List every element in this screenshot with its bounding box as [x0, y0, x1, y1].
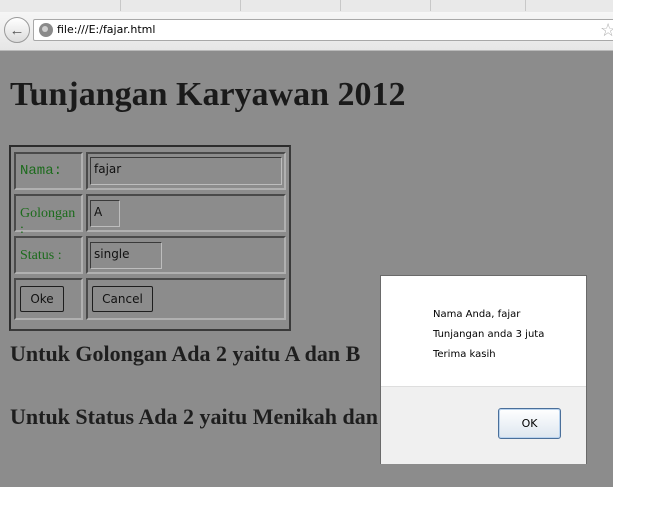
golongan-info-text: Untuk Golongan Ada 2 yaitu A dan B	[10, 341, 361, 366]
ok-button-cell: Oke	[14, 278, 83, 320]
address-bar[interactable]: file:///E:/fajar.html ☆	[33, 19, 613, 41]
back-arrow-icon[interactable]: ←	[4, 17, 30, 43]
cancel-button-cell: Cancel	[86, 278, 286, 320]
golongan-input[interactable]: A	[90, 200, 120, 227]
oke-button[interactable]: Oke	[20, 286, 64, 312]
golongan-label-cell: Golongan :	[14, 194, 83, 237]
alert-message: Nama Anda, fajar Tunjangan anda 3 juta T…	[433, 305, 544, 365]
alert-footer: OK	[381, 386, 586, 464]
tab-strip-segment	[340, 0, 431, 11]
alert-line-allowance: Tunjangan anda 3 juta	[433, 329, 545, 340]
nama-input-cell: fajar	[86, 152, 286, 190]
form-table: Nama: fajar Golongan : A Status : single…	[9, 145, 291, 331]
golongan-input-cell: A	[86, 194, 286, 232]
tab-strip-segment	[430, 0, 526, 11]
bookmark-star-icon[interactable]: ☆	[600, 20, 613, 41]
alert-line-name: Nama Anda, fajar	[433, 309, 521, 320]
nama-input[interactable]: fajar	[90, 157, 282, 185]
globe-icon	[39, 23, 53, 37]
alert-line-thanks: Terima kasih	[433, 349, 496, 360]
tab-strip-segment	[240, 0, 341, 11]
nama-label: Nama:	[20, 163, 63, 179]
navigation-bar: ← file:///E:/fajar.html ☆	[0, 12, 613, 51]
alert-dialog: Nama Anda, fajar Tunjangan anda 3 juta T…	[380, 275, 587, 464]
status-input-cell: single	[86, 236, 286, 274]
golongan-label: Golongan :	[20, 206, 76, 237]
page-title: Tunjangan Karyawan 2012	[10, 76, 406, 113]
status-label: Status :	[20, 248, 62, 263]
cancel-button[interactable]: Cancel	[92, 286, 153, 312]
address-bar-url: file:///E:/fajar.html	[57, 23, 156, 36]
alert-ok-button[interactable]: OK	[498, 408, 561, 439]
status-input[interactable]: single	[90, 242, 162, 269]
tab-strip-segment	[0, 0, 121, 11]
status-label-cell: Status :	[14, 236, 83, 274]
status-info-text: Untuk Status Ada 2 yaitu Menikah dan	[10, 404, 379, 429]
tab-strip-segment	[120, 0, 241, 11]
nama-label-cell: Nama:	[14, 152, 83, 190]
